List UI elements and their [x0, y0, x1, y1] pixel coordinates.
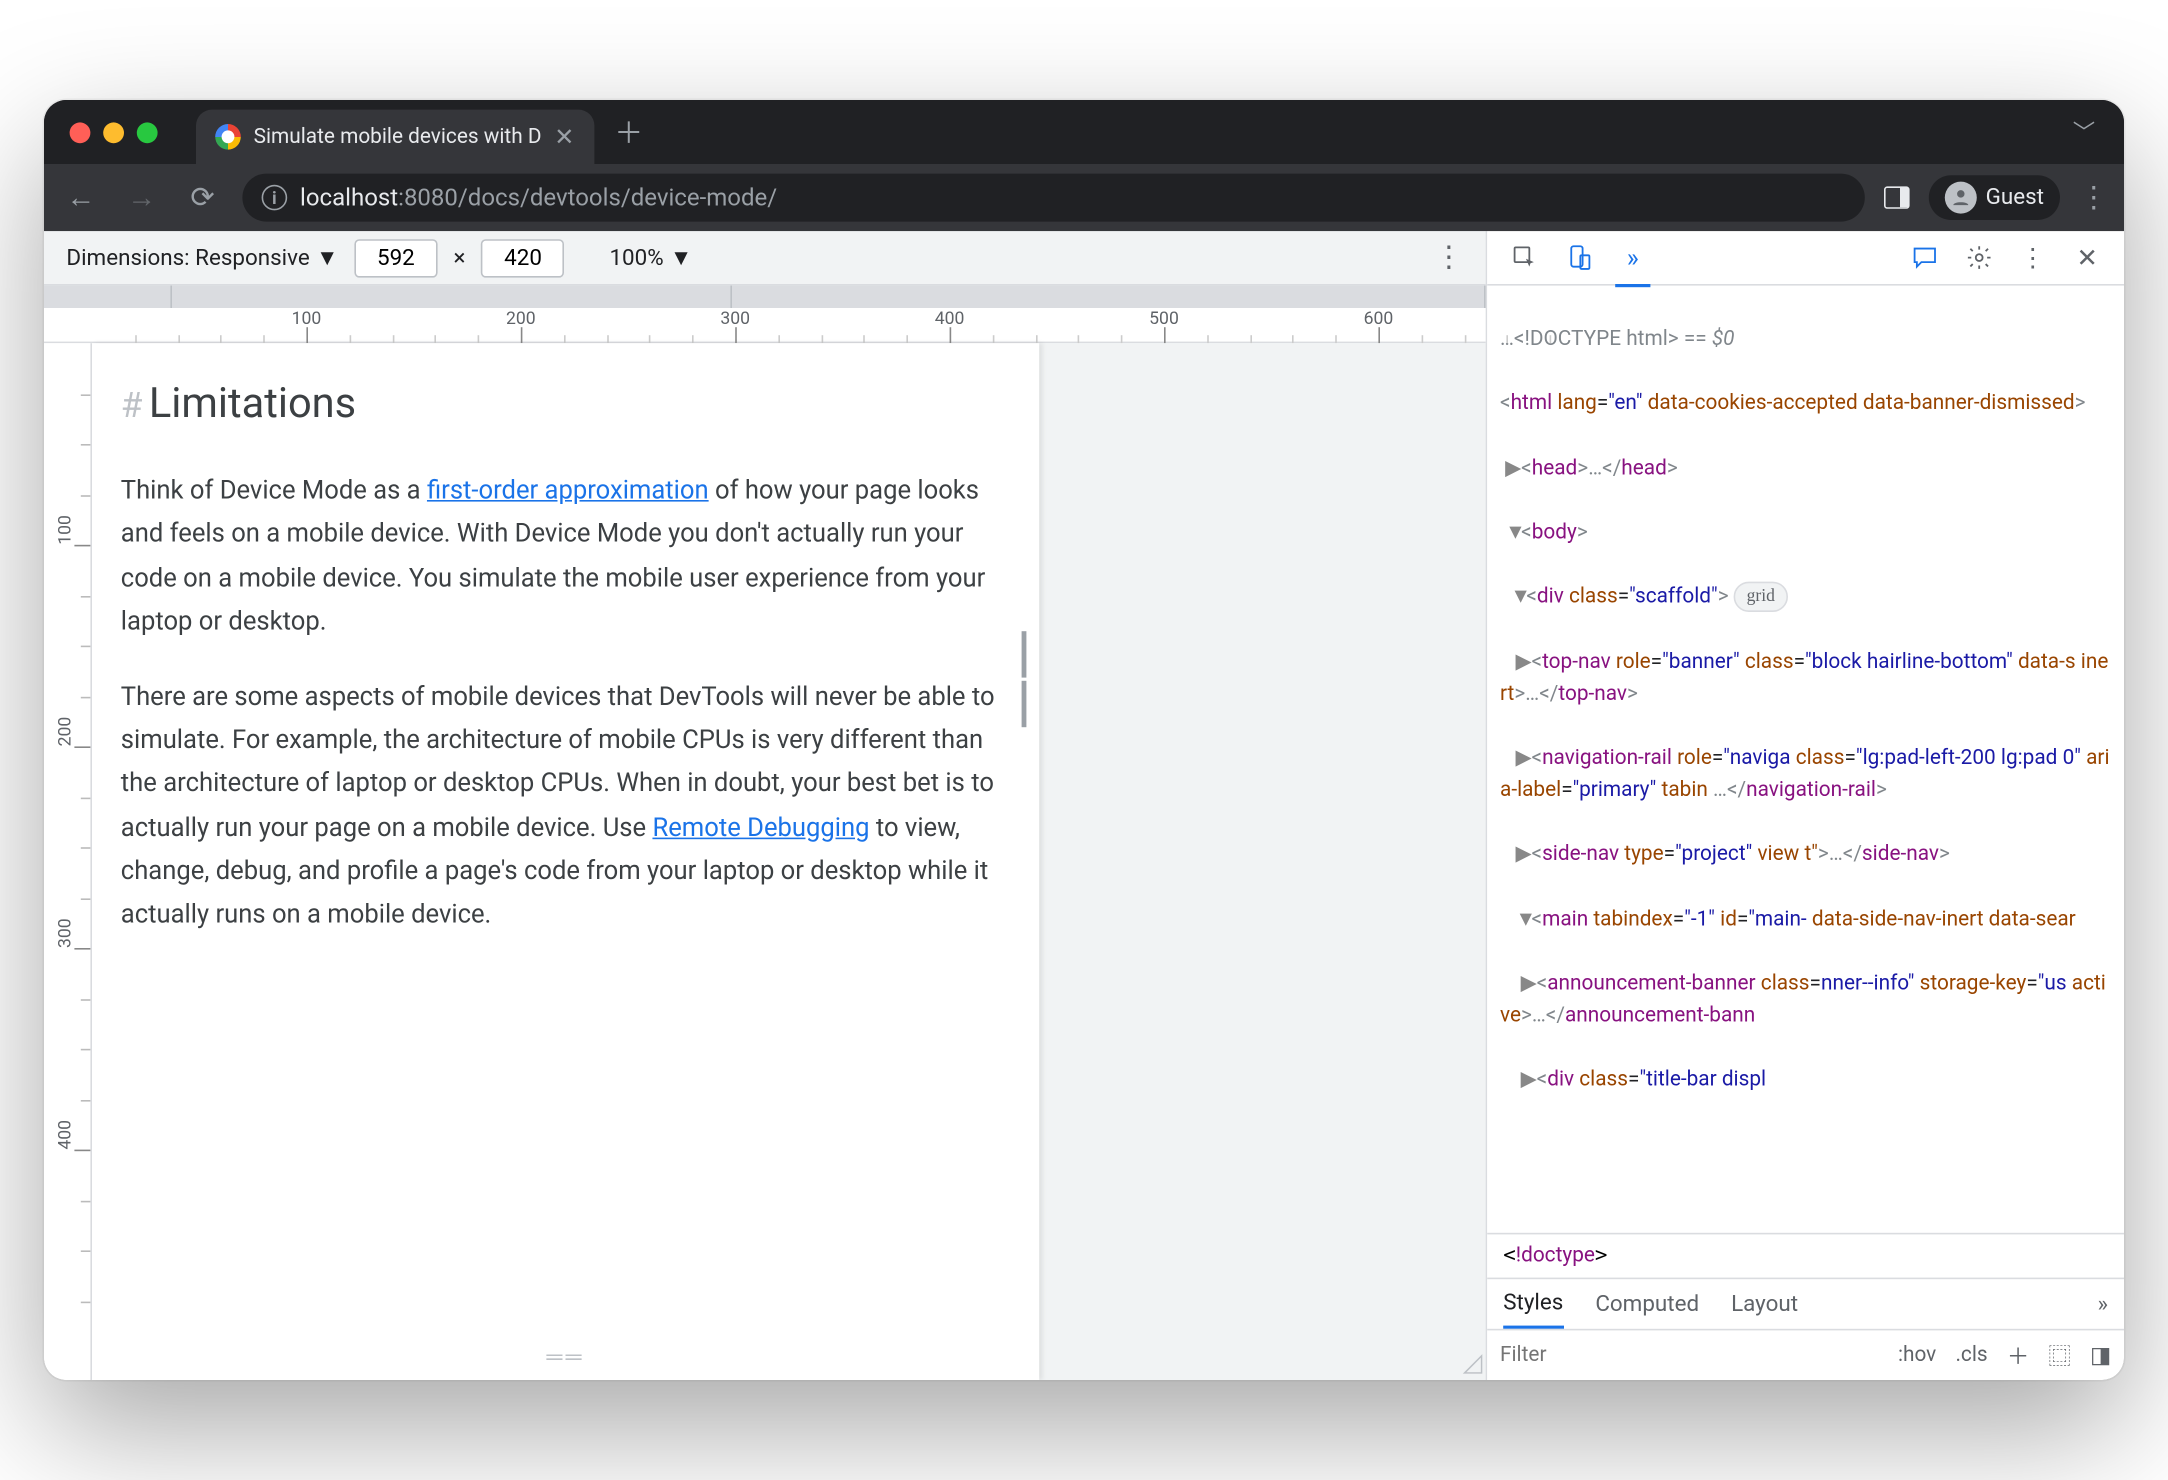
devtools-toolbar: » ⋮ ✕ — [1487, 231, 2124, 285]
guest-label: Guest — [1986, 185, 2044, 211]
styles-filter-input[interactable] — [1500, 1343, 1628, 1367]
corner-resize-handle[interactable]: ◿ — [1463, 1346, 1483, 1376]
url-port: :8080 — [398, 183, 458, 212]
device-viewport: #Limitations Think of Device Mode as a f… — [92, 343, 1486, 1380]
minimize-window-button[interactable] — [103, 122, 124, 143]
toggle-device-toolbar-icon[interactable] — [1554, 234, 1602, 282]
styles-overflow-icon[interactable]: » — [2098, 1291, 2109, 1317]
heading-anchor-icon[interactable]: # — [121, 386, 143, 426]
device-toolbar-more-icon[interactable]: ⋮ — [1434, 241, 1463, 275]
window-controls — [70, 122, 158, 143]
back-button[interactable]: ← — [60, 181, 102, 215]
tab-layout[interactable]: Layout — [1731, 1291, 1798, 1317]
horizontal-ruler: 100200300400500600 — [44, 308, 1486, 343]
breakpoints-bar[interactable] — [44, 286, 1486, 308]
window-tabstrip: Simulate mobile devices with D ✕ ＋ ﹀ — [44, 100, 2124, 164]
forward-button[interactable]: → — [121, 181, 163, 215]
side-panel-icon[interactable] — [1883, 186, 1909, 208]
tab-computed[interactable]: Computed — [1595, 1291, 1699, 1317]
page-scrollbar[interactable] — [1022, 631, 1033, 727]
width-input[interactable] — [354, 238, 437, 276]
simulated-page[interactable]: #Limitations Think of Device Mode as a f… — [92, 343, 1039, 1380]
fullscreen-window-button[interactable] — [137, 122, 158, 143]
close-window-button[interactable] — [70, 122, 91, 143]
settings-gear-icon[interactable] — [1954, 234, 2002, 282]
styles-tabs: Styles Computed Layout » — [1487, 1278, 2124, 1329]
rendering-sidebar-icon[interactable]: ◨ — [2090, 1342, 2111, 1368]
profile-badge[interactable]: Guest — [1928, 175, 2060, 220]
url-path: /docs/devtools/device-mode/ — [458, 183, 777, 212]
dimensions-dropdown[interactable]: Dimensions: Responsive ▼ — [66, 244, 338, 271]
tab-styles[interactable]: Styles — [1503, 1279, 1563, 1329]
height-resize-handle[interactable]: ══ — [92, 1334, 1039, 1380]
new-style-rule-icon[interactable]: ＋ — [2007, 1339, 2029, 1371]
devtools-more-icon[interactable]: ⋮ — [2009, 234, 2057, 282]
browser-tab[interactable]: Simulate mobile devices with D ✕ — [196, 110, 594, 164]
dimension-times: × — [453, 245, 465, 271]
chrome-menu-button[interactable]: ⋮ — [2079, 181, 2108, 215]
link-first-order[interactable]: first-order approximation — [427, 475, 709, 505]
chevron-down-icon: ▼ — [670, 244, 692, 271]
navbar: ← → ⟳ i localhost:8080/docs/devtools/dev… — [44, 164, 2124, 231]
grid-badge[interactable]: grid — [1734, 582, 1788, 612]
cls-button[interactable]: .cls — [1955, 1343, 1987, 1367]
chrome-favicon-icon — [215, 124, 241, 150]
site-info-icon[interactable]: i — [262, 185, 288, 211]
vertical-ruler: 100200300400 — [44, 343, 92, 1380]
link-remote-debugging[interactable]: Remote Debugging — [652, 811, 869, 841]
devtools-close-icon[interactable]: ✕ — [2063, 234, 2111, 282]
guest-avatar-icon — [1944, 182, 1976, 214]
new-tab-button[interactable]: ＋ — [606, 110, 651, 155]
tab-title: Simulate mobile devices with D — [254, 125, 542, 149]
tabs-overflow-button[interactable]: ﹀ — [2073, 116, 2095, 148]
elements-overflow-icon[interactable]: » — [1609, 234, 1657, 282]
chevron-down-icon: ▼ — [316, 244, 338, 271]
omnibox[interactable]: i localhost:8080/docs/devtools/device-mo… — [242, 174, 1864, 222]
paragraph: Think of Device Mode as a first-order ap… — [121, 468, 1011, 642]
feedback-icon[interactable] — [1900, 234, 1948, 282]
computed-sidebar-icon[interactable]: ⿴ — [2048, 1339, 2070, 1371]
devtools-pane: » ⋮ ✕ …<!DOCTYPE html> == $0 <html lang=… — [1487, 231, 2124, 1380]
device-toolbar: Dimensions: Responsive ▼ × 100% ▼ ⋮ — [44, 231, 1486, 285]
device-mode-pane: Dimensions: Responsive ▼ × 100% ▼ ⋮ 1002… — [44, 231, 1487, 1380]
zoom-dropdown[interactable]: 100% ▼ — [609, 244, 692, 271]
tab-close-icon[interactable]: ✕ — [554, 122, 574, 151]
elements-dom-tree[interactable]: …<!DOCTYPE html> == $0 <html lang="en" d… — [1487, 286, 2124, 1233]
styles-toolbar: :hov .cls ＋ ⿴ ◨ — [1487, 1329, 2124, 1380]
inspect-element-icon[interactable] — [1500, 234, 1548, 282]
height-input[interactable] — [481, 238, 564, 276]
page-heading: #Limitations — [121, 369, 1011, 440]
breadcrumb[interactable]: <!doctype> — [1487, 1233, 2124, 1278]
paragraph: There are some aspects of mobile devices… — [121, 674, 1011, 935]
reload-button[interactable]: ⟳ — [182, 181, 224, 215]
hov-button[interactable]: :hov — [1898, 1343, 1936, 1367]
url-host: localhost — [300, 183, 398, 212]
